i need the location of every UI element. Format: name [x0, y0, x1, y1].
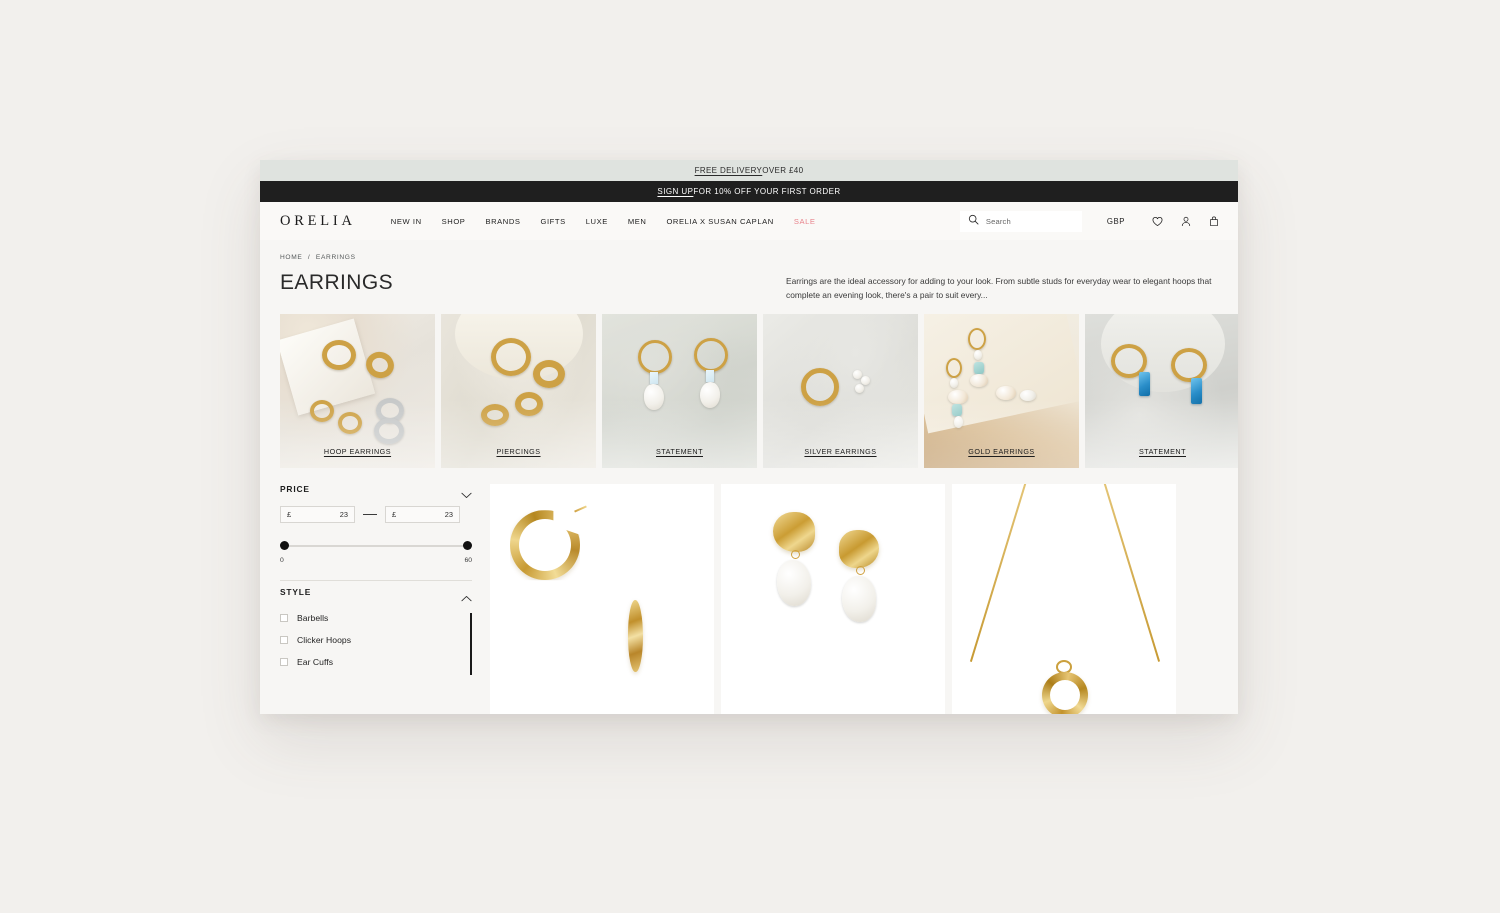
- product-card[interactable]: [952, 484, 1176, 714]
- header-icon-group: [1151, 215, 1220, 228]
- header-actions: Search GBP: [959, 210, 1220, 232]
- checkbox[interactable]: [280, 636, 288, 645]
- category-tile-label[interactable]: GOLD EARRINGS: [924, 447, 1079, 456]
- breadcrumb-current[interactable]: EARRINGS: [316, 254, 356, 261]
- price-min-input[interactable]: £ 23: [280, 506, 355, 524]
- nav-item-luxe[interactable]: LUXE: [586, 217, 608, 226]
- price-slider-min-label: 0: [280, 557, 284, 565]
- nav-item-new-in[interactable]: NEW IN: [391, 217, 422, 226]
- price-range-inputs: £ 23 £ 23: [280, 506, 472, 524]
- free-delivery-rest: OVER £40: [762, 166, 804, 175]
- tile-image-statement-blue: [1085, 314, 1238, 469]
- delivery-banner[interactable]: FREE DELIVERY OVER £40: [260, 160, 1238, 181]
- checkbox[interactable]: [280, 658, 288, 667]
- nav-item-men[interactable]: MEN: [628, 217, 647, 226]
- checkbox[interactable]: [280, 614, 288, 623]
- product-image: [952, 484, 1176, 714]
- screen: FREE DELIVERY OVER £40 SIGN UP FOR 10% O…: [0, 0, 1500, 913]
- chevron-down-icon[interactable]: [461, 486, 472, 498]
- free-delivery-link[interactable]: FREE DELIVERY: [695, 166, 763, 175]
- filter-style-label: STYLE: [280, 587, 312, 598]
- category-tile-label[interactable]: SILVER EARRINGS: [763, 447, 918, 456]
- filter-price-label: PRICE: [280, 484, 310, 495]
- price-slider-min-handle[interactable]: [280, 541, 289, 551]
- filter-sidebar: PRICE £ 23 £ 23 0 60 STYLE Barbells Clic…: [280, 478, 490, 714]
- style-option-clicker-hoops[interactable]: Clicker Hoops: [280, 629, 460, 651]
- category-tile-statement-blue[interactable]: STATEMENT: [1085, 314, 1238, 469]
- nav-item-orelia-x-susan-caplan[interactable]: ORELIA X SUSAN CAPLAN: [666, 217, 773, 226]
- chevron-up-icon[interactable]: [461, 589, 472, 601]
- style-option-ear-cuffs[interactable]: Ear Cuffs: [280, 651, 460, 673]
- category-tile-label[interactable]: STATEMENT: [1085, 447, 1238, 456]
- page-title: EARRINGS: [280, 271, 394, 294]
- style-option-list: Barbells Clicker Hoops Ear Cuffs: [280, 607, 472, 676]
- price-max-value: 23: [444, 510, 453, 520]
- signup-banner[interactable]: SIGN UP FOR 10% OFF YOUR FIRST ORDER: [260, 181, 1238, 202]
- price-slider-track: [284, 545, 468, 547]
- account-icon[interactable]: [1180, 215, 1192, 228]
- category-tile-gold-earrings[interactable]: GOLD EARRINGS: [924, 314, 1079, 469]
- currency-selector[interactable]: GBP: [1107, 217, 1125, 226]
- breadcrumb-home[interactable]: HOME: [280, 254, 302, 261]
- category-tile-hoop-earrings[interactable]: HOOP EARRINGS: [280, 314, 435, 469]
- title-row: EARRINGS Earrings are the ideal accessor…: [280, 271, 1218, 302]
- breadcrumb: HOME / EARRINGS: [280, 240, 1218, 261]
- bag-icon[interactable]: [1208, 215, 1220, 228]
- tile-image-statement-pearl: [602, 314, 757, 469]
- price-slider-max-handle[interactable]: [463, 541, 472, 551]
- product-image: [721, 484, 945, 714]
- range-dash: [363, 514, 377, 516]
- price-min-symbol: £: [287, 510, 292, 520]
- sign-up-rest: FOR 10% OFF YOUR FIRST ORDER: [693, 187, 841, 196]
- product-image: [490, 484, 714, 714]
- tile-image-piercings: [441, 314, 596, 469]
- nav-item-sale[interactable]: SALE: [794, 217, 816, 226]
- product-card[interactable]: [721, 484, 945, 714]
- category-tile-piercings[interactable]: PIERCINGS: [441, 314, 596, 469]
- price-slider[interactable]: [280, 541, 472, 551]
- heart-icon[interactable]: [1151, 215, 1164, 228]
- category-tile-label[interactable]: STATEMENT: [602, 447, 757, 456]
- category-tiles: HOOP EARRINGS PIERCINGS STATEMENT SILVER…: [280, 314, 1238, 469]
- tile-image-hoop-earrings: [280, 314, 435, 469]
- product-card[interactable]: [490, 484, 714, 714]
- tile-image-gold-earrings: [924, 314, 1079, 469]
- category-description: Earrings are the ideal accessory for add…: [786, 276, 1212, 300]
- brand-logo[interactable]: ORELIA: [280, 213, 356, 230]
- category-tile-statement-pearl[interactable]: STATEMENT: [602, 314, 757, 469]
- style-list-scrollbar[interactable]: [470, 613, 472, 676]
- main-navigation: NEW IN SHOP BRANDS GIFTS LUXE MEN ORELIA…: [391, 217, 816, 226]
- nav-item-brands[interactable]: BRANDS: [485, 217, 520, 226]
- filter-style-header[interactable]: STYLE: [280, 581, 472, 607]
- breadcrumb-separator: /: [307, 254, 311, 261]
- site-header: ORELIA NEW IN SHOP BRANDS GIFTS LUXE MEN…: [260, 202, 1238, 240]
- catalog-body: PRICE £ 23 £ 23 0 60 STYLE Barbells Clic…: [280, 478, 1218, 714]
- nav-item-shop[interactable]: SHOP: [442, 217, 466, 226]
- price-min-value: 23: [339, 510, 348, 520]
- style-option-barbells[interactable]: Barbells: [280, 607, 460, 629]
- nav-item-gifts[interactable]: GIFTS: [541, 217, 566, 226]
- style-option-label: Ear Cuffs: [297, 657, 334, 668]
- category-tile-silver-earrings[interactable]: SILVER EARRINGS: [763, 314, 918, 469]
- category-tile-label[interactable]: HOOP EARRINGS: [280, 447, 435, 456]
- price-max-input[interactable]: £ 23: [385, 506, 460, 524]
- product-grid: [490, 478, 1218, 714]
- price-slider-labels: 0 60: [280, 557, 472, 564]
- price-slider-max-label: 60: [464, 557, 472, 565]
- style-option-label: Clicker Hoops: [297, 635, 352, 646]
- category-tile-label[interactable]: PIERCINGS: [441, 447, 596, 456]
- tile-image-silver-earrings: [763, 314, 918, 469]
- price-max-symbol: £: [392, 510, 397, 520]
- search-icon: [968, 212, 979, 230]
- search-input[interactable]: Search: [959, 210, 1082, 232]
- browser-window: FREE DELIVERY OVER £40 SIGN UP FOR 10% O…: [260, 160, 1238, 714]
- search-placeholder: Search: [985, 216, 1011, 226]
- filter-price-header[interactable]: PRICE: [280, 478, 472, 504]
- page-content: HOME / EARRINGS EARRINGS Earrings are th…: [260, 240, 1238, 714]
- style-option-label: Barbells: [297, 613, 329, 624]
- sign-up-link[interactable]: SIGN UP: [657, 187, 693, 196]
